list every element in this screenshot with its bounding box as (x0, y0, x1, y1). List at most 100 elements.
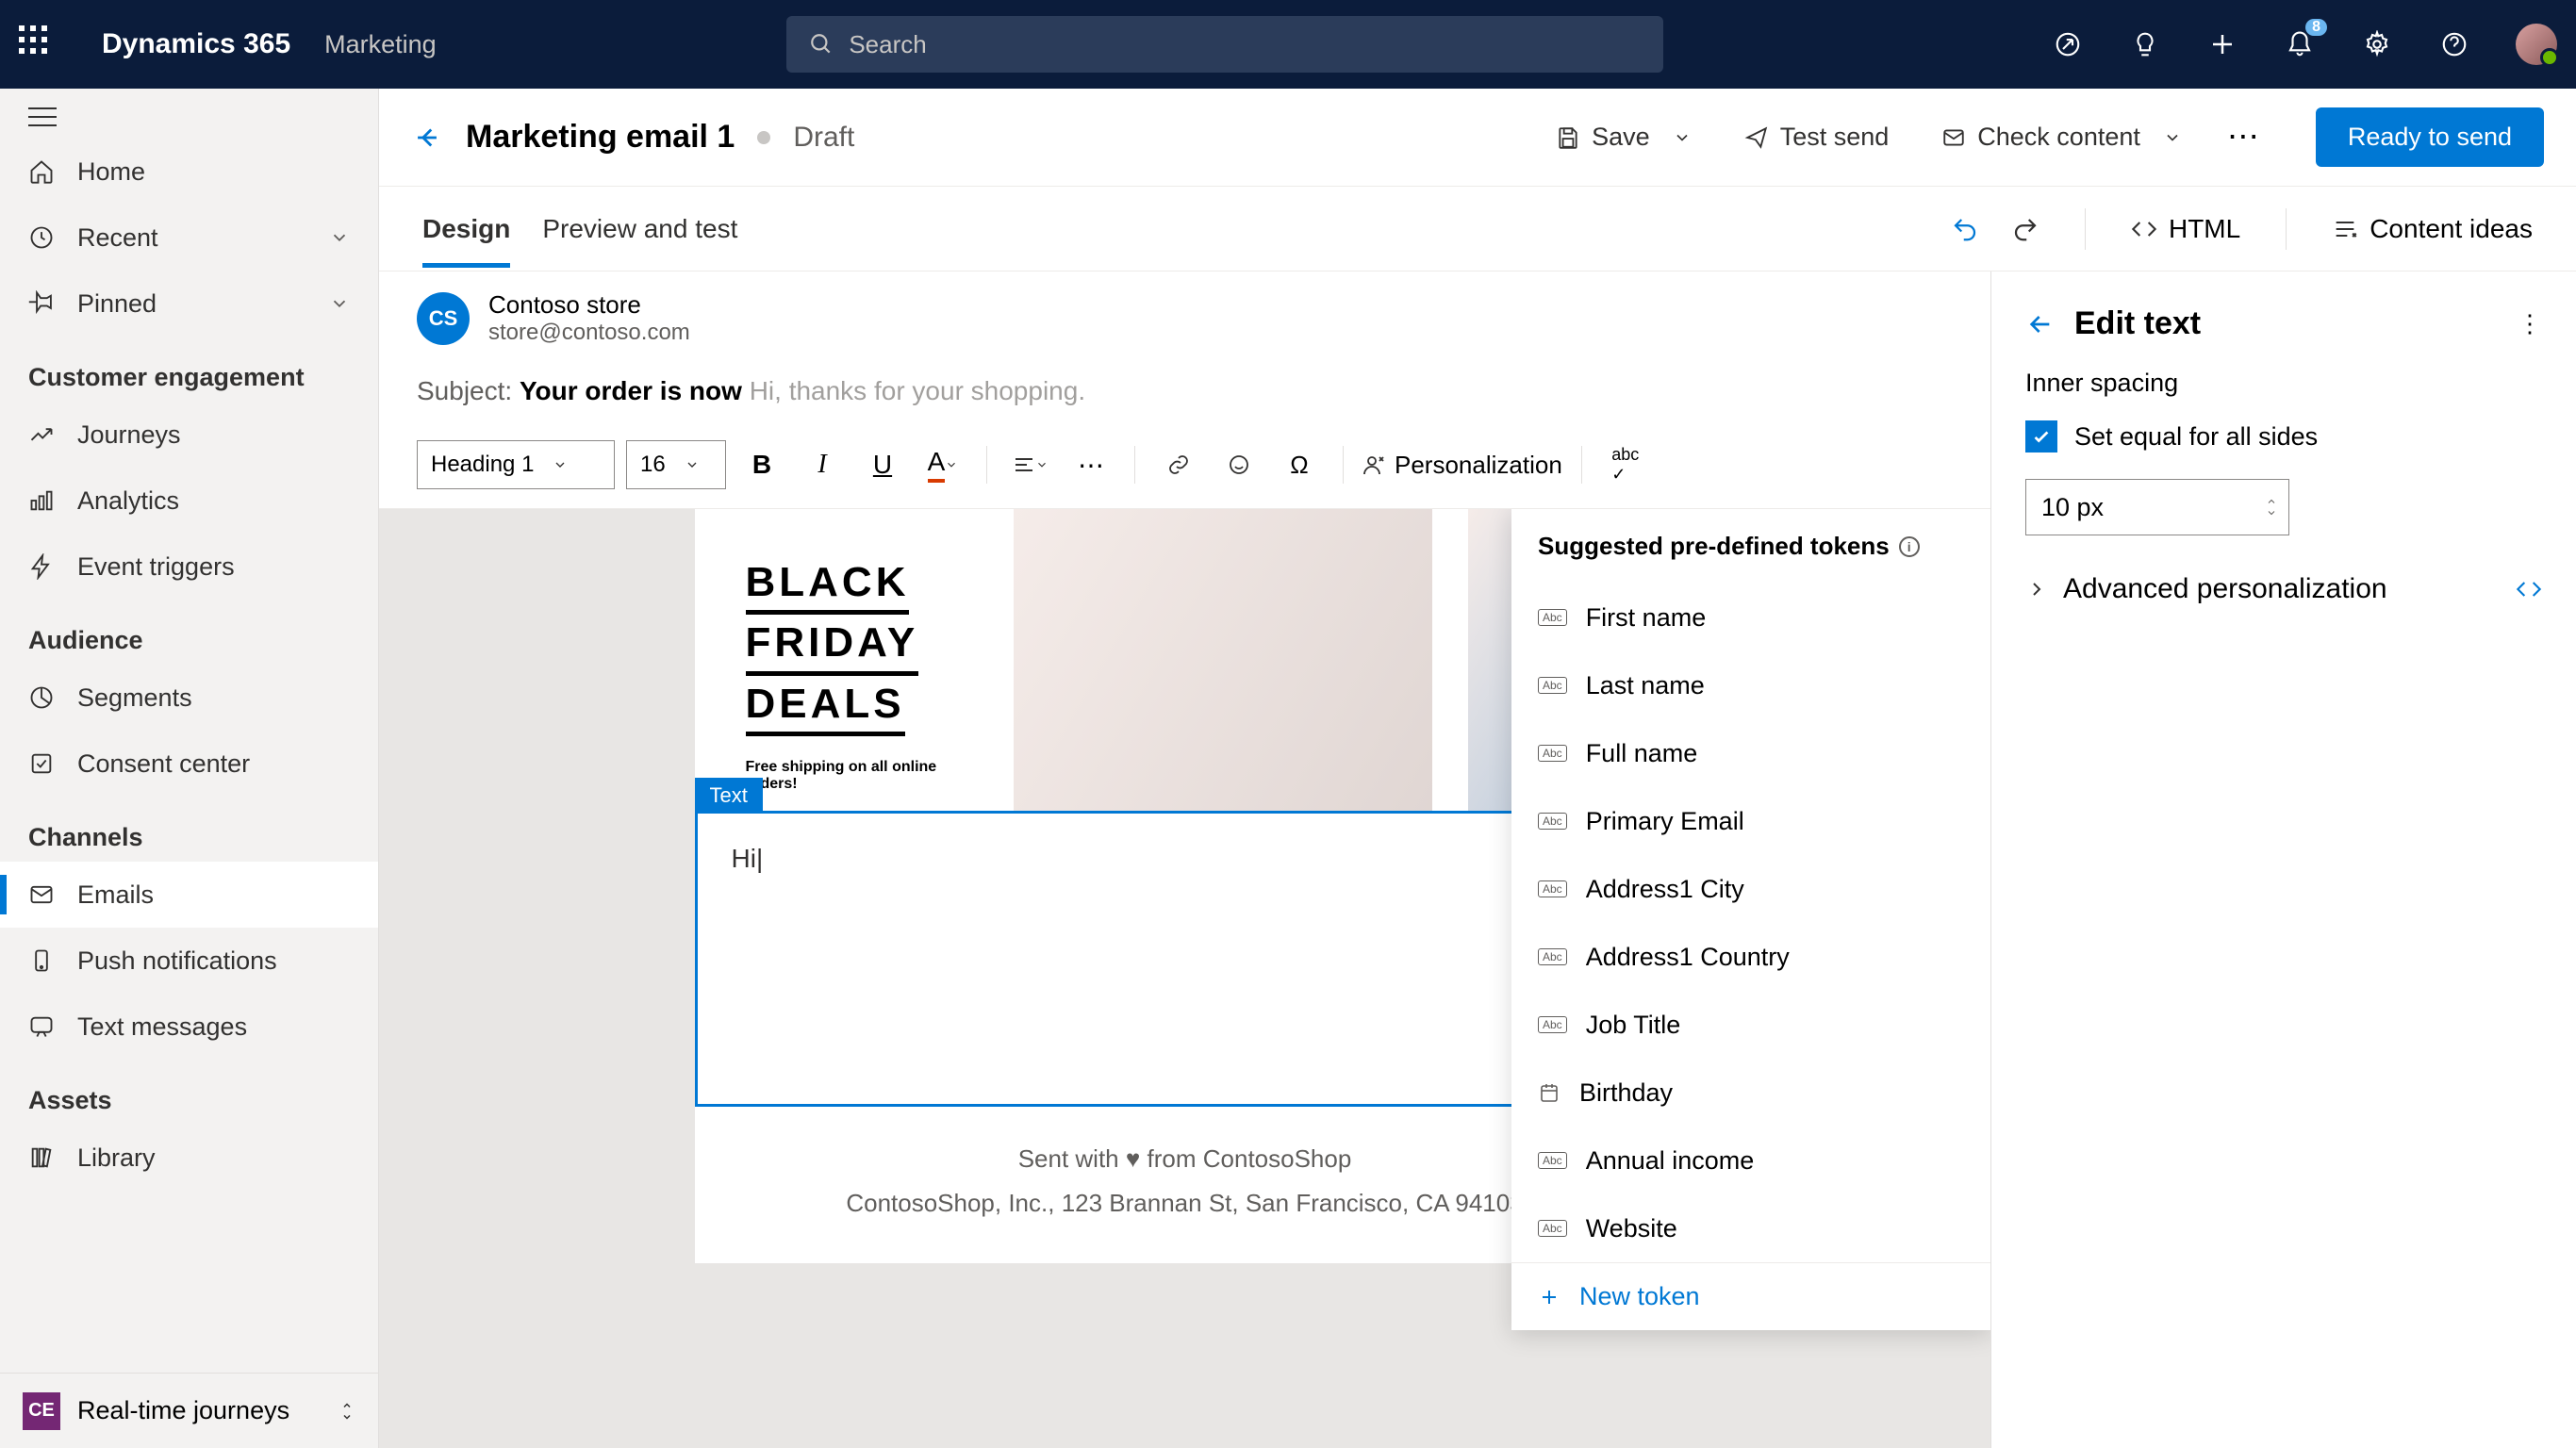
token-item[interactable]: Birthday (1511, 1059, 1990, 1127)
nav-label: Pinned (77, 289, 157, 319)
link-icon (1167, 453, 1190, 476)
redo-button[interactable] (2011, 215, 2039, 243)
nav-recent[interactable]: Recent (0, 205, 378, 271)
global-search[interactable] (786, 16, 1663, 73)
hero-image-1[interactable] (1014, 509, 1432, 811)
main-content: Marketing email 1 Draft Save Test send C… (379, 89, 2576, 1448)
chevron-down-icon[interactable] (2163, 128, 2182, 147)
nav-push[interactable]: Push notifications (0, 928, 378, 994)
save-button[interactable]: Save (1556, 123, 1692, 152)
undo-icon (1951, 215, 1979, 243)
settings-icon[interactable] (2361, 28, 2393, 60)
nav-pinned[interactable]: Pinned (0, 271, 378, 337)
add-icon[interactable] (2206, 28, 2238, 60)
chevron-down-icon (329, 293, 350, 314)
token-item[interactable]: AbcJob Title (1511, 991, 1990, 1059)
nav-label: Emails (77, 880, 154, 910)
nav-library[interactable]: Library (0, 1125, 378, 1191)
share-icon[interactable] (2052, 28, 2084, 60)
nav-consent[interactable]: Consent center (0, 731, 378, 797)
chevron-down-icon (553, 457, 568, 472)
info-icon[interactable]: i (1899, 536, 1920, 557)
text-content[interactable]: Hi| (732, 844, 1639, 874)
check-content-button[interactable]: Check content (1941, 123, 2182, 152)
mail-icon (28, 881, 55, 908)
undo-button[interactable] (1951, 215, 1979, 243)
panel-header: Edit text ⋮ (1991, 272, 2576, 369)
subject-row[interactable]: Subject: Your order is now Hi, thanks fo… (379, 365, 1990, 429)
checkbox-checked-icon (2025, 420, 2057, 452)
token-item[interactable]: AbcFirst name (1511, 584, 1990, 651)
bold-button[interactable]: B (737, 440, 786, 489)
nav-text[interactable]: Text messages (0, 994, 378, 1060)
spinner-arrows[interactable] (2264, 496, 2279, 518)
panel-more-button[interactable]: ⋮ (2518, 319, 2542, 328)
align-button[interactable] (1006, 440, 1055, 489)
token-item[interactable]: AbcFull name (1511, 719, 1990, 787)
section-label: Inner spacing (2025, 369, 2542, 398)
collapse-nav-button[interactable] (0, 89, 378, 139)
align-icon (1013, 453, 1035, 476)
redo-icon (2011, 215, 2039, 243)
nav-group-header: Customer engagement (0, 337, 378, 402)
more-format-button[interactable]: ⋯ (1066, 440, 1115, 489)
emoji-button[interactable] (1214, 440, 1263, 489)
nav-journeys[interactable]: Journeys (0, 402, 378, 468)
tab-design[interactable]: Design (422, 191, 510, 267)
heading-select[interactable]: Heading 1 (417, 440, 615, 489)
token-item[interactable]: AbcAnnual income (1511, 1127, 1990, 1194)
back-button[interactable] (411, 122, 443, 154)
nav-analytics[interactable]: Analytics (0, 468, 378, 534)
sender-avatar: CS (417, 292, 470, 345)
token-item[interactable]: AbcAddress1 City (1511, 855, 1990, 923)
notifications-icon[interactable]: 8 (2284, 28, 2316, 60)
search-input[interactable] (849, 30, 1641, 59)
token-item[interactable]: AbcWebsite (1511, 1194, 1990, 1262)
hero-subtext: Free shipping on all online orders! (746, 759, 978, 793)
nav-label: Event triggers (77, 552, 235, 582)
area-switcher[interactable]: CE Real-time journeys (0, 1373, 378, 1448)
app-launcher-icon[interactable] (19, 25, 57, 63)
nav-emails[interactable]: Emails (0, 862, 378, 928)
fontsize-select[interactable]: 16 (626, 440, 726, 489)
new-token-button[interactable]: New token (1511, 1262, 1990, 1330)
email-canvas[interactable]: BLACK FRIDAY DEALS Free shipping on all … (379, 509, 1990, 1448)
sender-row[interactable]: CS Contoso store store@contoso.com (379, 272, 1990, 365)
token-item[interactable]: AbcPrimary Email (1511, 787, 1990, 855)
underline-button[interactable]: U (858, 440, 907, 489)
text-icon (28, 1013, 55, 1040)
nav-segments[interactable]: Segments (0, 665, 378, 731)
token-item[interactable]: AbcAddress1 Country (1511, 923, 1990, 991)
equal-sides-checkbox[interactable]: Set equal for all sides (2025, 420, 2542, 452)
ready-to-send-button[interactable]: Ready to send (2316, 107, 2544, 167)
link-button[interactable] (1154, 440, 1203, 489)
page-title: Marketing email 1 (466, 119, 735, 156)
italic-button[interactable]: I (798, 440, 847, 489)
user-avatar[interactable] (2516, 24, 2557, 65)
html-button[interactable]: HTML (2131, 214, 2240, 244)
subject-preview: Hi, thanks for your shopping. (750, 376, 1085, 405)
nav-label: Home (77, 157, 145, 187)
spacing-input[interactable]: 10 px (2025, 479, 2289, 535)
help-icon[interactable] (2438, 28, 2470, 60)
more-actions-button[interactable]: ⋯ (2227, 129, 2263, 145)
send-icon (1744, 125, 1769, 150)
spellcheck-button[interactable]: abc✓ (1601, 440, 1650, 489)
chevron-down-icon (685, 457, 700, 472)
panel-back-button[interactable] (2025, 309, 2056, 339)
token-item[interactable]: AbcLast name (1511, 651, 1990, 719)
chevron-down-icon[interactable] (1673, 128, 1692, 147)
symbol-button[interactable]: Ω (1275, 440, 1324, 489)
nav-label: Library (77, 1144, 156, 1173)
nav-home[interactable]: Home (0, 139, 378, 205)
lightbulb-icon[interactable] (2129, 28, 2161, 60)
advanced-personalization-toggle[interactable]: Advanced personalization (1991, 535, 2576, 643)
personalization-button[interactable]: Personalization (1362, 451, 1562, 480)
content-ideas-button[interactable]: Content ideas (2332, 214, 2533, 244)
code-icon[interactable] (2516, 576, 2542, 602)
font-color-button[interactable]: A (918, 440, 967, 489)
chevron-down-icon (945, 458, 958, 471)
test-send-button[interactable]: Test send (1744, 123, 1890, 152)
tab-preview[interactable]: Preview and test (542, 191, 737, 267)
nav-event-triggers[interactable]: Event triggers (0, 534, 378, 600)
